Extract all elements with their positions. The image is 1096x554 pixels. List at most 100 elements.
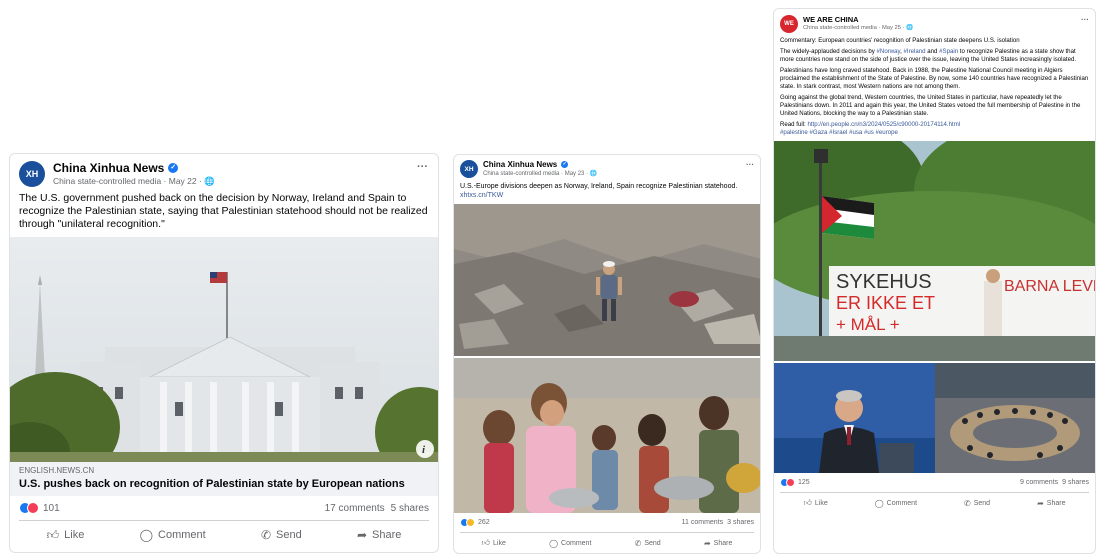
photo-row	[774, 363, 1095, 473]
link-preview-image[interactable]: i	[10, 237, 439, 462]
comment-button[interactable]: ◯ Comment	[875, 499, 917, 508]
reactions-bar: 125 9 comments 9 shares	[774, 473, 1095, 492]
children-food-photo[interactable]	[454, 358, 761, 513]
share-button[interactable]: ➦ Share	[704, 539, 732, 548]
post-header: XH China Xinhua News ✓ China state-contr…	[10, 154, 438, 187]
link-domain: ENGLISH.NEWS.CN	[19, 466, 95, 475]
share-label: Share	[1046, 499, 1066, 507]
verified-icon: ✓	[561, 161, 569, 168]
page-avatar[interactable]: WE	[780, 15, 798, 33]
reaction-count[interactable]: 101	[43, 503, 60, 514]
post-text: Commentary: European countries' recognit…	[774, 33, 1095, 137]
post-header: XH China Xinhua News ✓ China state-contr…	[454, 155, 760, 178]
hashtag-ireland[interactable]: #Ireland	[904, 48, 926, 55]
share-button[interactable]: ➦ Share	[1037, 499, 1065, 508]
hashtag-spain[interactable]: #Spain	[939, 48, 958, 55]
rubble-photo[interactable]	[454, 204, 761, 356]
avatar-text: WE	[784, 21, 794, 27]
messenger-icon: ✆	[260, 528, 271, 542]
share-count[interactable]: 9 shares	[1062, 479, 1089, 486]
comment-icon: ◯	[139, 528, 154, 542]
paragraph-3: Going against the global trend, Western …	[780, 94, 1081, 117]
reaction-count[interactable]: 125	[798, 479, 810, 486]
thumbs-up-icon: 👍︎	[481, 538, 490, 547]
thumbs-up-icon: 👍︎	[46, 527, 60, 542]
send-button[interactable]: ✆ Send	[964, 499, 990, 508]
reaction-count[interactable]: 262	[478, 519, 490, 526]
messenger-icon: ✆	[634, 538, 642, 548]
post-text: U.S.-Europe divisions deepen as Norway, …	[454, 178, 760, 200]
send-button[interactable]: ✆ Send	[635, 539, 661, 548]
author-name[interactable]: China Xinhua News	[483, 160, 557, 169]
send-label: Send	[644, 539, 661, 547]
action-bar: 👍︎ Like ◯ Comment ✆ Send ➦ Share	[460, 532, 754, 553]
share-icon: ➦	[703, 538, 711, 548]
post-meta: China state-controlled media · May 23 · …	[483, 171, 598, 177]
protest-banner-photo[interactable]: SYKEHUS ER IKKE ET + MÅL + BARNA LEVE	[774, 141, 1096, 361]
share-count[interactable]: 5 shares	[391, 503, 429, 514]
like-label: Like	[64, 529, 85, 541]
comment-count[interactable]: 17 comments	[325, 503, 385, 514]
comment-label: Comment	[158, 529, 206, 541]
post-body: U.S.-Europe divisions deepen as Norway, …	[460, 183, 738, 190]
banner-text-3: + MÅL +	[836, 315, 900, 334]
read-full-line: Read full: http://en.people.cn/n3/2024/0…	[780, 121, 1089, 129]
like-button[interactable]: 👍︎ Like	[482, 538, 506, 548]
like-label: Like	[493, 539, 506, 547]
like-button[interactable]: 👍︎ Like	[804, 498, 828, 508]
author-name[interactable]: China Xinhua News	[53, 161, 164, 175]
hashtags[interactable]: #palestine #Gaza #Israel #usa #us #europ…	[780, 129, 1089, 137]
comment-count[interactable]: 9 comments	[1020, 479, 1058, 486]
post-card-3: WE WE ARE CHINA China state-controlled m…	[773, 8, 1096, 554]
comment-label: Comment	[886, 499, 918, 507]
p1-text-a: The widely-applauded decisions by	[780, 48, 877, 55]
share-button[interactable]: ➦ Share	[357, 528, 401, 542]
post-header: WE WE ARE CHINA China state-controlled m…	[774, 9, 1095, 33]
avatar-text: XH	[25, 169, 39, 179]
like-label: Like	[814, 499, 828, 507]
post-link[interactable]: xhtxs.cn/TKW	[460, 191, 754, 200]
more-options-icon[interactable]: ···	[1081, 15, 1089, 24]
author-name[interactable]: WE ARE CHINA	[803, 15, 859, 24]
reactions-bar: 262 11 comments 3 shares	[454, 513, 760, 532]
comment-icon: ◯	[549, 538, 559, 548]
paragraph-2: Palestinians have long craved statehood.…	[780, 67, 1089, 90]
share-label: Share	[372, 529, 402, 541]
send-button[interactable]: ✆ Send	[261, 528, 302, 542]
banner-text-1: SYKEHUS	[836, 271, 932, 293]
link-preview-caption[interactable]: ENGLISH.NEWS.CN U.S. pushes back on reco…	[10, 462, 438, 496]
post-headline: Commentary: European countries' recognit…	[780, 37, 1020, 44]
read-full-label: Read full:	[780, 121, 808, 128]
send-label: Send	[276, 529, 302, 541]
verified-icon: ✓	[168, 163, 179, 173]
post-meta: China state-controlled media · May 25 · …	[803, 25, 914, 31]
share-label: Share	[713, 539, 733, 547]
love-reaction-icon	[27, 502, 39, 514]
send-label: Send	[973, 499, 991, 507]
speaker-photo[interactable]	[774, 363, 935, 473]
un-council-photo[interactable]	[935, 363, 1095, 473]
banner-text-4: BARNA LEVE	[1004, 278, 1096, 295]
thumbs-up-icon: 👍︎	[803, 498, 812, 507]
love-reaction-icon	[466, 518, 475, 527]
like-button[interactable]: 👍︎ Like	[47, 528, 85, 543]
post-card-1: XH China Xinhua News ✓ China state-contr…	[9, 153, 439, 553]
messenger-icon: ✆	[964, 498, 971, 508]
post-text: The U.S. government pushed back on the d…	[19, 192, 428, 230]
comment-button[interactable]: ◯ Comment	[549, 539, 591, 548]
page-avatar[interactable]: XH	[19, 161, 45, 187]
more-options-icon[interactable]: ···	[746, 160, 754, 169]
love-reaction-icon	[786, 478, 795, 487]
share-icon: ➦	[356, 528, 367, 542]
comment-count[interactable]: 11 comments	[682, 519, 724, 526]
hashtag-norway[interactable]: #Norway	[877, 48, 901, 55]
more-options-icon[interactable]: ···	[417, 161, 428, 173]
share-count[interactable]: 3 shares	[727, 519, 754, 526]
post-meta: China state-controlled media · May 22 · …	[53, 176, 215, 186]
comment-button[interactable]: ◯ Comment	[140, 528, 206, 542]
banner-text-2: ER IKKE ET	[836, 293, 935, 313]
read-full-link[interactable]: http://en.people.cn/n3/2024/0525/c90000-…	[807, 121, 960, 128]
p1-text-c: and	[925, 48, 940, 55]
link-title: U.S. pushes back on recognition of Pales…	[19, 478, 405, 490]
page-avatar[interactable]: XH	[460, 160, 478, 178]
